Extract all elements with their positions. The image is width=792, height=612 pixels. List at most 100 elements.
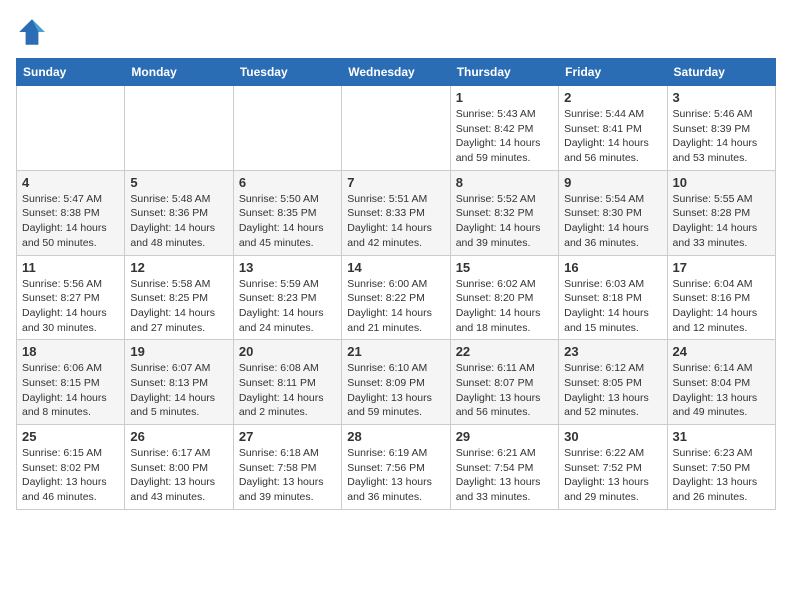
day-number-12: 12 bbox=[130, 260, 227, 275]
day-info-20: Sunrise: 6:08 AM Sunset: 8:11 PM Dayligh… bbox=[239, 361, 336, 420]
day-cell-14: 14 Sunrise: 6:00 AM Sunset: 8:22 PM Dayli… bbox=[342, 255, 450, 340]
day-number-4: 4 bbox=[22, 175, 119, 190]
day-number-24: 24 bbox=[673, 344, 770, 359]
day-info-5: Sunrise: 5:48 AM Sunset: 8:36 PM Dayligh… bbox=[130, 192, 227, 251]
day-info-31: Sunrise: 6:23 AM Sunset: 7:50 PM Dayligh… bbox=[673, 446, 770, 505]
day-number-18: 18 bbox=[22, 344, 119, 359]
day-cell-31: 31 Sunrise: 6:23 AM Sunset: 7:50 PM Dayli… bbox=[667, 425, 775, 510]
day-info-15: Sunrise: 6:02 AM Sunset: 8:20 PM Dayligh… bbox=[456, 277, 553, 336]
day-info-22: Sunrise: 6:11 AM Sunset: 8:07 PM Dayligh… bbox=[456, 361, 553, 420]
logo bbox=[16, 16, 52, 48]
empty-cell bbox=[342, 86, 450, 171]
day-cell-11: 11 Sunrise: 5:56 AM Sunset: 8:27 PM Dayli… bbox=[17, 255, 125, 340]
day-cell-6: 6 Sunrise: 5:50 AM Sunset: 8:35 PM Daylig… bbox=[233, 170, 341, 255]
day-cell-4: 4 Sunrise: 5:47 AM Sunset: 8:38 PM Daylig… bbox=[17, 170, 125, 255]
day-number-7: 7 bbox=[347, 175, 444, 190]
calendar-table: SundayMondayTuesdayWednesdayThursdayFrid… bbox=[16, 58, 776, 510]
day-info-3: Sunrise: 5:46 AM Sunset: 8:39 PM Dayligh… bbox=[673, 107, 770, 166]
day-number-23: 23 bbox=[564, 344, 661, 359]
logo-icon bbox=[16, 16, 48, 48]
day-info-18: Sunrise: 6:06 AM Sunset: 8:15 PM Dayligh… bbox=[22, 361, 119, 420]
day-info-29: Sunrise: 6:21 AM Sunset: 7:54 PM Dayligh… bbox=[456, 446, 553, 505]
day-number-10: 10 bbox=[673, 175, 770, 190]
day-number-27: 27 bbox=[239, 429, 336, 444]
day-number-14: 14 bbox=[347, 260, 444, 275]
day-number-13: 13 bbox=[239, 260, 336, 275]
weekday-header-sunday: Sunday bbox=[17, 59, 125, 86]
day-number-31: 31 bbox=[673, 429, 770, 444]
day-number-8: 8 bbox=[456, 175, 553, 190]
day-cell-12: 12 Sunrise: 5:58 AM Sunset: 8:25 PM Dayli… bbox=[125, 255, 233, 340]
weekday-header-row: SundayMondayTuesdayWednesdayThursdayFrid… bbox=[17, 59, 776, 86]
day-number-19: 19 bbox=[130, 344, 227, 359]
day-info-7: Sunrise: 5:51 AM Sunset: 8:33 PM Dayligh… bbox=[347, 192, 444, 251]
empty-cell bbox=[233, 86, 341, 171]
day-cell-5: 5Sunrise: 5:48 AM Sunset: 8:36 PM Daylig… bbox=[125, 170, 233, 255]
day-number-11: 11 bbox=[22, 260, 119, 275]
day-cell-3: 3 Sunrise: 5:46 AM Sunset: 8:39 PM Daylig… bbox=[667, 86, 775, 171]
day-info-6: Sunrise: 5:50 AM Sunset: 8:35 PM Dayligh… bbox=[239, 192, 336, 251]
day-info-8: Sunrise: 5:52 AM Sunset: 8:32 PM Dayligh… bbox=[456, 192, 553, 251]
weekday-header-tuesday: Tuesday bbox=[233, 59, 341, 86]
day-cell-17: 17 Sunrise: 6:04 AM Sunset: 8:16 PM Dayli… bbox=[667, 255, 775, 340]
day-cell-18: 18 Sunrise: 6:06 AM Sunset: 8:15 PM Dayli… bbox=[17, 340, 125, 425]
day-cell-2: 2 Sunrise: 5:44 AM Sunset: 8:41 PM Daylig… bbox=[559, 86, 667, 171]
day-cell-19: 19 Sunrise: 6:07 AM Sunset: 8:13 PM Dayli… bbox=[125, 340, 233, 425]
day-cell-8: 8 Sunrise: 5:52 AM Sunset: 8:32 PM Daylig… bbox=[450, 170, 558, 255]
day-info-11: Sunrise: 5:56 AM Sunset: 8:27 PM Dayligh… bbox=[22, 277, 119, 336]
day-number-15: 15 bbox=[456, 260, 553, 275]
empty-cell bbox=[125, 86, 233, 171]
page-header bbox=[16, 16, 776, 48]
day-cell-24: 24 Sunrise: 6:14 AM Sunset: 8:04 PM Dayli… bbox=[667, 340, 775, 425]
day-info-26: Sunrise: 6:17 AM Sunset: 8:00 PM Dayligh… bbox=[130, 446, 227, 505]
day-info-14: Sunrise: 6:00 AM Sunset: 8:22 PM Dayligh… bbox=[347, 277, 444, 336]
day-number-20: 20 bbox=[239, 344, 336, 359]
day-info-25: Sunrise: 6:15 AM Sunset: 8:02 PM Dayligh… bbox=[22, 446, 119, 505]
day-number-3: 3 bbox=[673, 90, 770, 105]
day-number-30: 30 bbox=[564, 429, 661, 444]
day-number-17: 17 bbox=[673, 260, 770, 275]
day-info-4: Sunrise: 5:47 AM Sunset: 8:38 PM Dayligh… bbox=[22, 192, 119, 251]
day-info-23: Sunrise: 6:12 AM Sunset: 8:05 PM Dayligh… bbox=[564, 361, 661, 420]
day-info-1: Sunrise: 5:43 AM Sunset: 8:42 PM Dayligh… bbox=[456, 107, 553, 166]
day-info-19: Sunrise: 6:07 AM Sunset: 8:13 PM Dayligh… bbox=[130, 361, 227, 420]
day-number-25: 25 bbox=[22, 429, 119, 444]
empty-cell bbox=[17, 86, 125, 171]
week-row-1: 1Sunrise: 5:43 AM Sunset: 8:42 PM Daylig… bbox=[17, 86, 776, 171]
day-cell-22: 22 Sunrise: 6:11 AM Sunset: 8:07 PM Dayli… bbox=[450, 340, 558, 425]
weekday-header-friday: Friday bbox=[559, 59, 667, 86]
day-cell-30: 30Sunrise: 6:22 AM Sunset: 7:52 PM Dayli… bbox=[559, 425, 667, 510]
day-cell-28: 28 Sunrise: 6:19 AM Sunset: 7:56 PM Dayli… bbox=[342, 425, 450, 510]
day-cell-13: 13Sunrise: 5:59 AM Sunset: 8:23 PM Dayli… bbox=[233, 255, 341, 340]
day-cell-21: 21Sunrise: 6:10 AM Sunset: 8:09 PM Dayli… bbox=[342, 340, 450, 425]
day-cell-20: 20 Sunrise: 6:08 AM Sunset: 8:11 PM Dayli… bbox=[233, 340, 341, 425]
day-cell-25: 25 Sunrise: 6:15 AM Sunset: 8:02 PM Dayli… bbox=[17, 425, 125, 510]
day-cell-7: 7 Sunrise: 5:51 AM Sunset: 8:33 PM Daylig… bbox=[342, 170, 450, 255]
day-number-28: 28 bbox=[347, 429, 444, 444]
day-info-24: Sunrise: 6:14 AM Sunset: 8:04 PM Dayligh… bbox=[673, 361, 770, 420]
week-row-4: 18 Sunrise: 6:06 AM Sunset: 8:15 PM Dayli… bbox=[17, 340, 776, 425]
week-row-3: 11 Sunrise: 5:56 AM Sunset: 8:27 PM Dayli… bbox=[17, 255, 776, 340]
day-info-12: Sunrise: 5:58 AM Sunset: 8:25 PM Dayligh… bbox=[130, 277, 227, 336]
week-row-5: 25 Sunrise: 6:15 AM Sunset: 8:02 PM Dayli… bbox=[17, 425, 776, 510]
day-number-29: 29 bbox=[456, 429, 553, 444]
day-cell-23: 23 Sunrise: 6:12 AM Sunset: 8:05 PM Dayli… bbox=[559, 340, 667, 425]
day-cell-26: 26 Sunrise: 6:17 AM Sunset: 8:00 PM Dayli… bbox=[125, 425, 233, 510]
day-cell-15: 15 Sunrise: 6:02 AM Sunset: 8:20 PM Dayli… bbox=[450, 255, 558, 340]
weekday-header-wednesday: Wednesday bbox=[342, 59, 450, 86]
day-number-22: 22 bbox=[456, 344, 553, 359]
day-info-2: Sunrise: 5:44 AM Sunset: 8:41 PM Dayligh… bbox=[564, 107, 661, 166]
day-cell-16: 16Sunrise: 6:03 AM Sunset: 8:18 PM Dayli… bbox=[559, 255, 667, 340]
day-cell-9: 9 Sunrise: 5:54 AM Sunset: 8:30 PM Daylig… bbox=[559, 170, 667, 255]
day-number-26: 26 bbox=[130, 429, 227, 444]
day-cell-10: 10Sunrise: 5:55 AM Sunset: 8:28 PM Dayli… bbox=[667, 170, 775, 255]
weekday-header-saturday: Saturday bbox=[667, 59, 775, 86]
day-number-2: 2 bbox=[564, 90, 661, 105]
day-info-27: Sunrise: 6:18 AM Sunset: 7:58 PM Dayligh… bbox=[239, 446, 336, 505]
day-info-28: Sunrise: 6:19 AM Sunset: 7:56 PM Dayligh… bbox=[347, 446, 444, 505]
day-cell-1: 1Sunrise: 5:43 AM Sunset: 8:42 PM Daylig… bbox=[450, 86, 558, 171]
day-number-6: 6 bbox=[239, 175, 336, 190]
day-info-9: Sunrise: 5:54 AM Sunset: 8:30 PM Dayligh… bbox=[564, 192, 661, 251]
day-number-9: 9 bbox=[564, 175, 661, 190]
day-info-17: Sunrise: 6:04 AM Sunset: 8:16 PM Dayligh… bbox=[673, 277, 770, 336]
